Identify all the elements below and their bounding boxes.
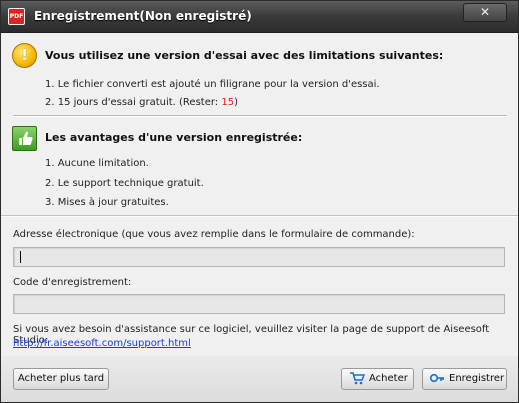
key-icon: [429, 371, 445, 385]
thumbs-up-glyph: [19, 131, 33, 145]
email-field-box: [13, 247, 505, 267]
email-field[interactable]: [14, 248, 504, 266]
form-divider: [1, 215, 518, 217]
register-label: Enregistrer: [449, 373, 505, 384]
remaining-days: 15: [221, 97, 235, 108]
cart-icon: [349, 371, 366, 385]
trial-item-2-suffix: ): [234, 97, 238, 108]
buy-label: Acheter: [369, 373, 408, 384]
section-divider: [13, 115, 507, 117]
buy-later-label: Acheter plus tard: [17, 373, 105, 384]
benefits-heading: Les avantages d'une version enregistrée:: [45, 131, 303, 144]
email-label: Adresse électronique (que vous avez remp…: [13, 229, 415, 240]
window-title: Enregistrement(Non enregistré): [34, 9, 252, 23]
registration-dialog: PDF Enregistrement(Non enregistré) ✕ ! V…: [0, 0, 519, 403]
buy-later-button[interactable]: Acheter plus tard: [13, 368, 109, 390]
benefit-item-2: 2. Le support technique gratuit.: [45, 178, 204, 189]
buy-button[interactable]: Acheter: [341, 368, 414, 390]
trial-item-2-text: 2. 15 jours d'essai gratuit. (Rester:: [45, 97, 222, 108]
close-button[interactable]: ✕: [463, 3, 507, 22]
trial-heading: Vous utilisez une version d'essai avec d…: [45, 49, 444, 62]
text-caret: [20, 251, 21, 263]
registration-code-field[interactable]: [14, 295, 504, 313]
pdf-app-icon: PDF: [8, 8, 25, 25]
close-icon: ✕: [479, 5, 491, 19]
register-button[interactable]: Enregistrer: [422, 368, 507, 390]
code-label: Code d'enregistrement:: [13, 277, 132, 288]
trial-item-2: 2. 15 jours d'essai gratuit. (Rester: 15…: [45, 97, 238, 108]
title-bar[interactable]: PDF Enregistrement(Non enregistré) ✕: [1, 1, 518, 33]
support-link[interactable]: http://fr.aiseesoft.com/support.html: [13, 338, 191, 349]
benefit-item-1: 1. Aucune limitation.: [45, 158, 149, 169]
warning-icon: !: [12, 43, 37, 68]
button-bar: Acheter plus tard Acheter Enregistrer: [1, 356, 518, 402]
benefit-item-3: 3. Mises à jour gratuites.: [45, 197, 169, 208]
trial-item-1: 1. Le fichier converti est ajouté un fil…: [45, 79, 380, 90]
code-field-box: [13, 294, 505, 314]
thumbs-up-icon: [12, 126, 37, 151]
